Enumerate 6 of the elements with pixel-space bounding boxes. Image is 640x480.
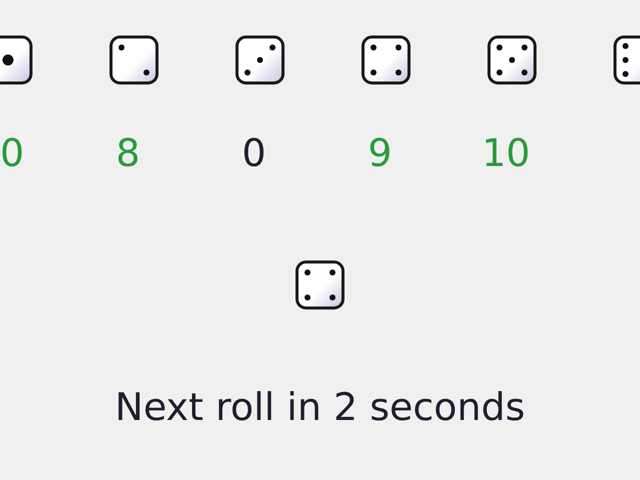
roll-count: 9 (368, 130, 392, 176)
roll-count: 10 (482, 130, 530, 176)
roll-count: 0 (242, 130, 266, 176)
countdown-text: Next roll in 2 seconds (114, 384, 526, 430)
roll-count: 0 (0, 130, 24, 176)
roll-count: 8 (116, 130, 140, 176)
